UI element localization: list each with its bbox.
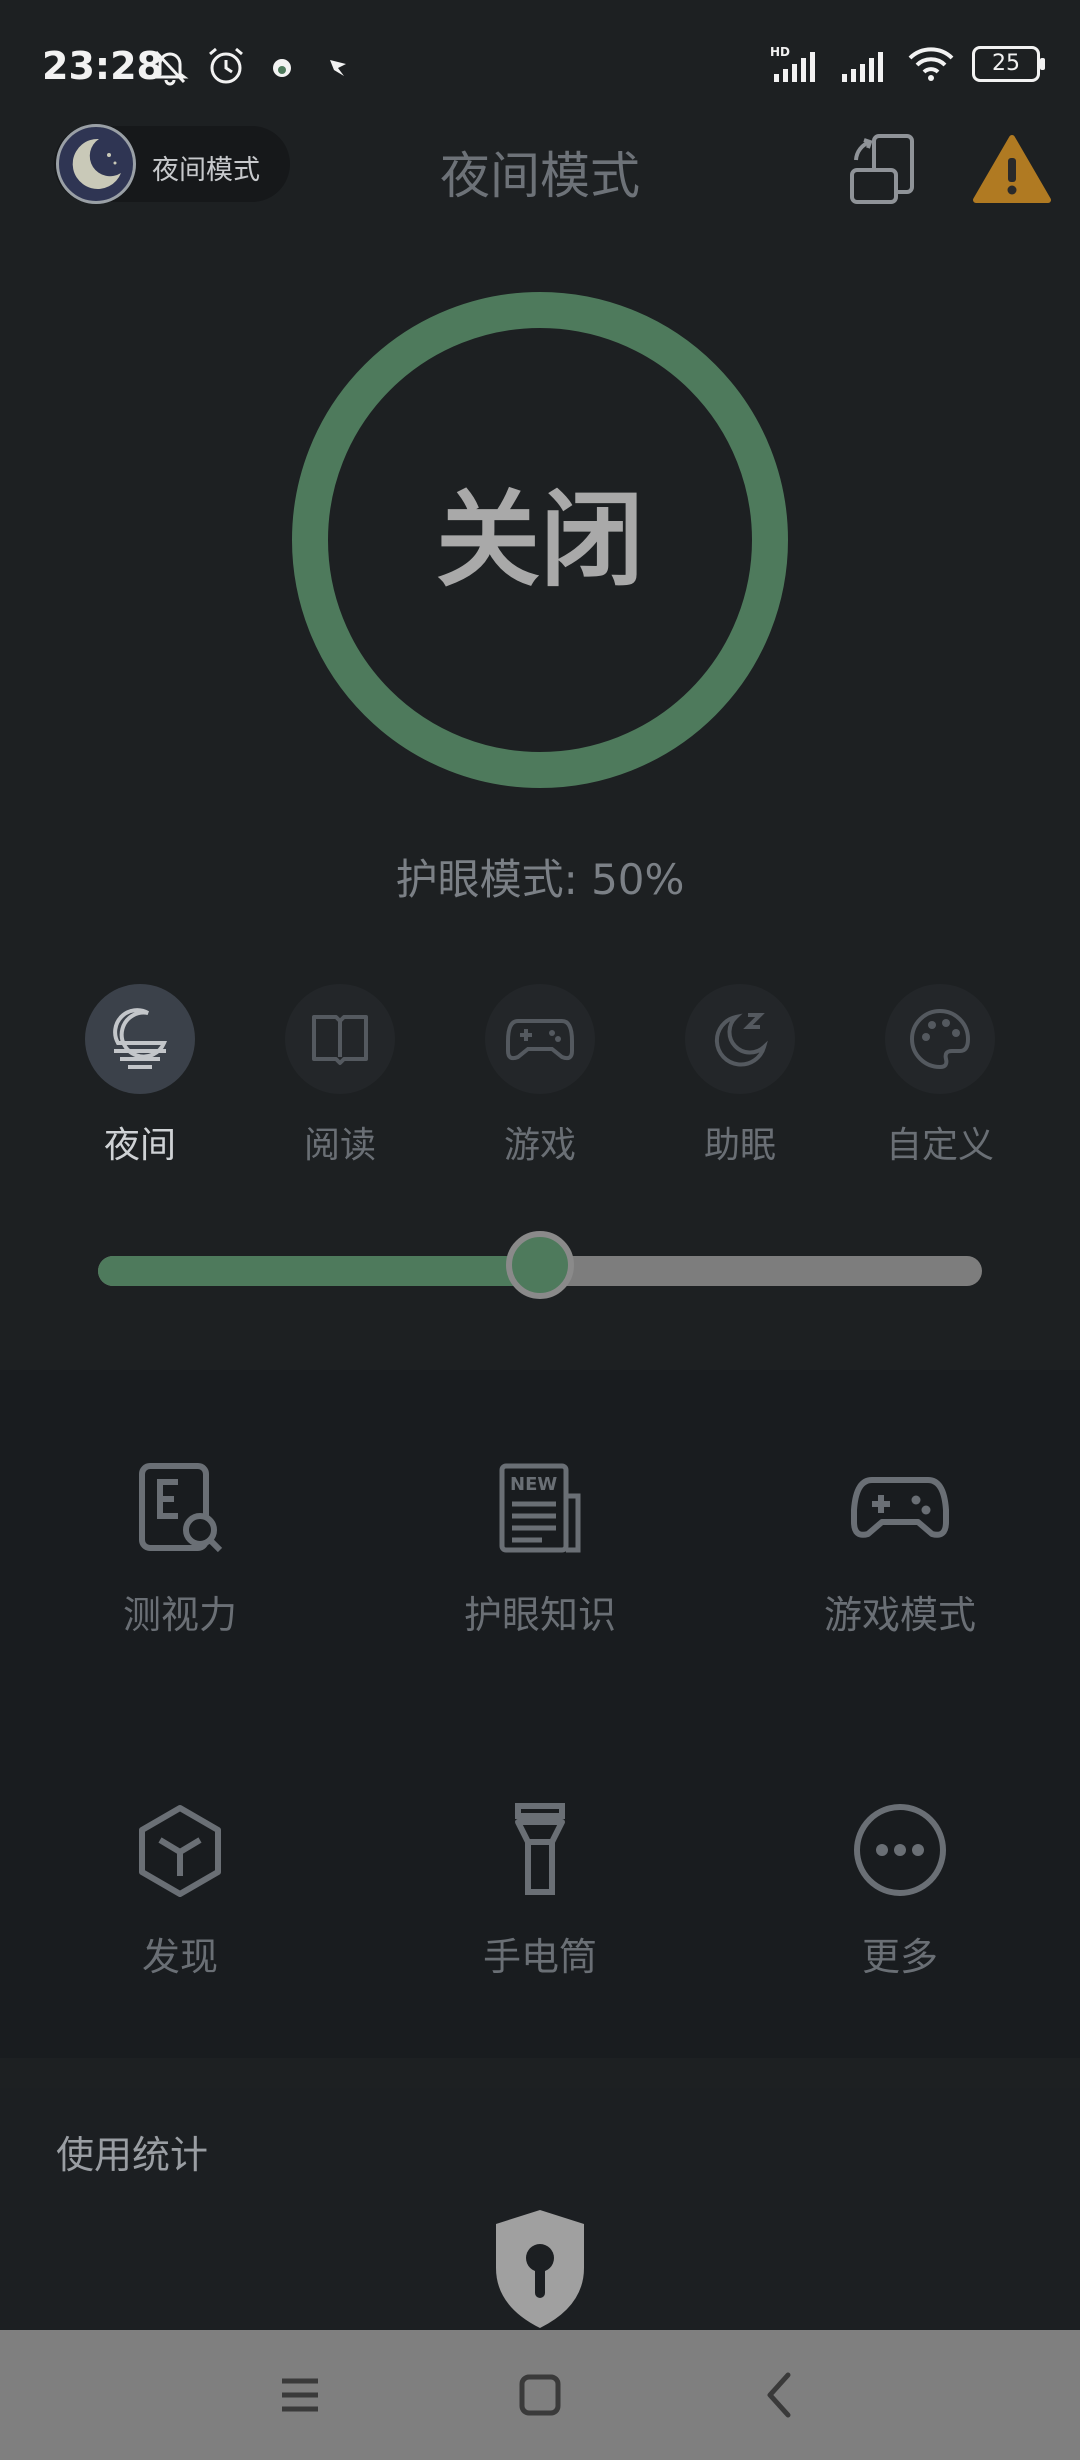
mode-label: 夜间 xyxy=(103,1125,176,1166)
mode-sleep[interactable]: 助眠 xyxy=(640,984,840,1168)
menu-icon[interactable] xyxy=(270,2365,330,2425)
back-icon[interactable] xyxy=(750,2365,810,2425)
status-time: 23:28 xyxy=(42,44,163,88)
cube-icon xyxy=(139,1805,221,1897)
eye-mode-level: 护眼模式: 50% xyxy=(395,855,685,904)
tool-label: 手电筒 xyxy=(482,1935,597,1979)
moon-sea-icon xyxy=(85,984,195,1094)
slider-fill xyxy=(98,1256,540,1286)
more-icon xyxy=(854,1804,946,1896)
tool-game-mode[interactable]: 游戏模式 xyxy=(750,1458,1050,1639)
tool-label: 游戏模式 xyxy=(823,1593,976,1637)
hd-signal-icon: HD xyxy=(770,45,815,82)
mode-label: 自定义 xyxy=(885,1125,994,1166)
tool-label: 护眼知识 xyxy=(463,1593,616,1637)
svg-text:HD: HD xyxy=(770,45,790,59)
tool-vision-test[interactable]: 测视力 xyxy=(30,1458,330,1639)
gamepad-icon xyxy=(485,984,595,1094)
system-nav-bar xyxy=(0,2330,1080,2460)
tool-label: 测视力 xyxy=(122,1593,237,1637)
tool-eye-knowledge[interactable]: NEW 护眼知识 xyxy=(390,1458,690,1639)
rotate-screen-icon[interactable] xyxy=(848,130,928,210)
app-notification-icon-2 xyxy=(330,60,346,76)
mode-label: 助眠 xyxy=(703,1125,776,1166)
slider-thumb[interactable] xyxy=(506,1231,574,1299)
tool-flashlight[interactable]: 手电筒 xyxy=(390,1800,690,1981)
flashlight-icon xyxy=(515,1803,565,1895)
tool-more[interactable]: 更多 xyxy=(750,1800,1050,1981)
toggle-status-text: 关闭 xyxy=(435,479,644,601)
power-toggle-ring[interactable]: 关闭 xyxy=(292,292,788,788)
palette-icon xyxy=(885,984,995,1094)
screen: 23:28 HD 25 夜间模式 夜间模式 关闭 护眼模式: 50% 夜间 阅读… xyxy=(0,0,1080,2460)
mode-game[interactable]: 游戏 xyxy=(440,984,640,1168)
mode-selector: 夜间 阅读 游戏 助眠 自定义 xyxy=(40,984,1040,1166)
usage-stats-panel: 使用统计 xyxy=(0,2088,1080,2330)
sleep-moon-icon xyxy=(685,984,795,1094)
book-icon xyxy=(285,984,395,1094)
alarm-icon xyxy=(209,47,243,84)
warning-icon[interactable] xyxy=(972,130,1052,210)
gamepad-icon xyxy=(851,1477,949,1538)
brightness-slider[interactable] xyxy=(98,1231,982,1299)
mode-label: 游戏 xyxy=(503,1125,576,1166)
signal-icon xyxy=(842,52,883,82)
battery-indicator: 25 xyxy=(972,46,1045,82)
vision-test-icon xyxy=(139,1463,223,1553)
tool-discover[interactable]: 发现 xyxy=(30,1800,330,1981)
svg-text:NEW: NEW xyxy=(510,1474,557,1495)
status-icons-right: HD 25 xyxy=(770,44,1045,84)
mode-night[interactable]: 夜间 xyxy=(40,984,240,1168)
tool-label: 发现 xyxy=(141,1935,218,1979)
stats-title: 使用统计 xyxy=(56,2133,209,2177)
home-icon[interactable] xyxy=(510,2365,570,2425)
mode-reading[interactable]: 阅读 xyxy=(240,984,440,1168)
mode-label: 阅读 xyxy=(303,1125,376,1166)
status-icons-left xyxy=(148,44,360,88)
top-panel: 23:28 HD 25 夜间模式 夜间模式 关闭 护眼模式: 50% 夜间 阅读… xyxy=(0,0,1080,1370)
mode-custom[interactable]: 自定义 xyxy=(840,984,1040,1168)
tool-label: 更多 xyxy=(861,1935,938,1979)
news-icon: NEW xyxy=(499,1463,581,1553)
mute-bell-icon xyxy=(151,50,189,86)
wifi-icon xyxy=(908,47,954,81)
tools-grid: 测视力 NEW 护眼知识 游戏模式 发现 手电筒 更多 xyxy=(0,1370,1080,2058)
shield-lock-icon xyxy=(496,2210,584,2328)
app-notification-icon xyxy=(273,59,291,77)
